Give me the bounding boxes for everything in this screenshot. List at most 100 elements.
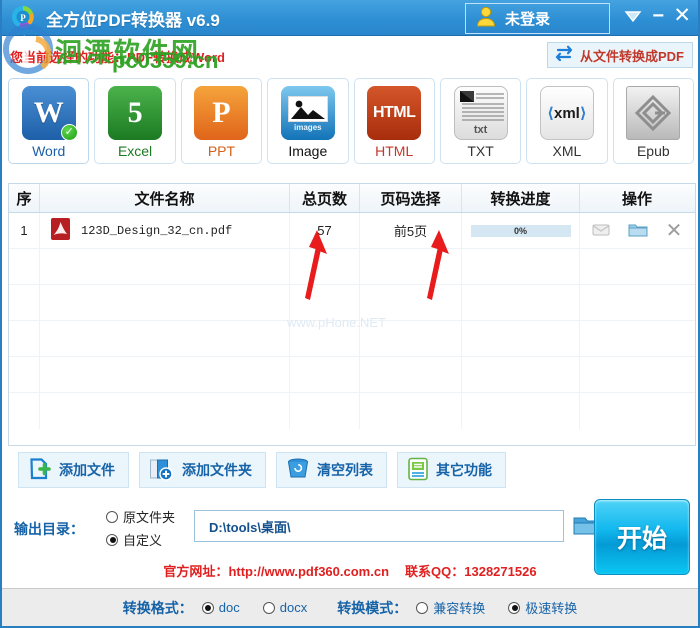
format-label-epub: Epub bbox=[636, 143, 670, 159]
empty-cell-ops bbox=[580, 285, 694, 320]
empty-cell-selection bbox=[360, 285, 462, 320]
format-label-html: HTML bbox=[375, 143, 414, 159]
radio-compat-mode[interactable] bbox=[416, 601, 429, 614]
add-folder-button[interactable]: 添加文件夹 bbox=[139, 452, 266, 488]
radio-original-folder[interactable] bbox=[106, 510, 118, 523]
convert-to-pdf-label: 从文件转换成PDF bbox=[579, 48, 684, 64]
output-mode-custom-label: 自定义 bbox=[123, 533, 163, 548]
conversion-mode-label: 转换模式： bbox=[337, 599, 408, 616]
col-header-progress: 转换进度 bbox=[462, 184, 580, 212]
trash-icon bbox=[286, 457, 310, 483]
open-folder-icon[interactable] bbox=[628, 221, 648, 241]
minimize-icon[interactable]: − bbox=[652, 5, 664, 27]
empty-cell-progress bbox=[462, 393, 580, 429]
footer-bar: 转换格式： doc docx 转换模式： 兼容转换 极速转换 bbox=[2, 588, 698, 626]
output-mode-custom[interactable]: 自定义 bbox=[106, 530, 175, 549]
empty-cell-pages bbox=[290, 393, 360, 429]
empty-cell-selection bbox=[360, 393, 462, 429]
radio-docx[interactable] bbox=[262, 601, 275, 614]
empty-cell-filename bbox=[40, 357, 290, 392]
app-window: P 全方位PDF转换器 v6.9 未登录 − ✕ 洄溧软件网 pc0359.cn… bbox=[0, 0, 700, 628]
login-button[interactable]: 未登录 bbox=[465, 3, 610, 34]
app-logo-icon: P bbox=[9, 2, 41, 34]
empty-cell-index bbox=[9, 285, 40, 320]
table-empty-row bbox=[9, 357, 695, 393]
radio-custom-folder[interactable] bbox=[106, 533, 118, 546]
file-table: 序 文件名称 总页数 页码选择 转换进度 操作 1 123D_Design_32… bbox=[8, 183, 696, 446]
clear-list-label: 清空列表 bbox=[317, 462, 373, 478]
other-functions-label: 其它功能 bbox=[436, 462, 492, 478]
cell-page-selection[interactable]: 前5页 bbox=[360, 213, 462, 248]
empty-cell-progress bbox=[462, 357, 580, 392]
mail-icon[interactable] bbox=[592, 221, 610, 240]
output-mode-original-label: 原文件夹 bbox=[123, 510, 176, 525]
format-option-docx[interactable]: docx bbox=[262, 600, 307, 615]
html-icon: HTML bbox=[365, 85, 423, 141]
radio-fast-mode[interactable] bbox=[508, 601, 521, 614]
clear-list-button[interactable]: 清空列表 bbox=[276, 452, 387, 488]
add-folder-label: 添加文件夹 bbox=[182, 462, 252, 478]
pdf-file-icon bbox=[50, 217, 71, 244]
format-option-doc[interactable]: doc bbox=[201, 600, 240, 615]
empty-cell-ops bbox=[580, 357, 694, 392]
add-folder-icon bbox=[149, 457, 175, 484]
radio-doc[interactable] bbox=[201, 601, 214, 614]
table-row[interactable]: 1 123D_Design_32_cn.pdf 57 前5页 0% ✕ bbox=[9, 213, 695, 249]
format-label-word: Word bbox=[32, 143, 66, 159]
empty-cell-pages bbox=[290, 249, 360, 284]
official-site-url[interactable]: http://www.pdf360.com.cn bbox=[228, 564, 389, 579]
output-path-input[interactable]: D:\tools\桌面\ bbox=[194, 510, 564, 542]
cell-progress: 0% bbox=[462, 213, 580, 248]
empty-cell-index bbox=[9, 321, 40, 356]
col-header-operations: 操作 bbox=[621, 190, 652, 208]
output-mode-original[interactable]: 原文件夹 bbox=[106, 507, 175, 526]
empty-cell-progress bbox=[462, 249, 580, 284]
empty-cell-index bbox=[9, 393, 40, 429]
cell-filename: 123D_Design_32_cn.pdf bbox=[40, 213, 290, 248]
empty-cell-selection bbox=[360, 357, 462, 392]
remove-icon[interactable]: ✕ bbox=[666, 221, 683, 241]
format-button-word[interactable]: W ✓ Word bbox=[8, 78, 90, 164]
format-button-epub[interactable]: Epub bbox=[612, 78, 694, 164]
format-button-ppt[interactable]: P PPT bbox=[180, 78, 263, 164]
empty-cell-index bbox=[9, 249, 40, 284]
user-avatar-icon bbox=[475, 5, 497, 32]
format-button-image[interactable]: images Image bbox=[267, 78, 349, 164]
add-file-button[interactable]: 添加文件 bbox=[18, 452, 129, 488]
mode-option-compat[interactable]: 兼容转换 bbox=[416, 598, 485, 617]
format-button-html[interactable]: HTML HTML bbox=[353, 78, 435, 164]
current-function-value: PDF转换成Word bbox=[127, 50, 225, 65]
official-site-label: 官方网址： bbox=[163, 564, 229, 579]
empty-cell-filename bbox=[40, 393, 290, 429]
format-label-ppt: PPT bbox=[207, 143, 236, 159]
mode-option-fast[interactable]: 极速转换 bbox=[508, 598, 577, 617]
empty-cell-ops bbox=[580, 321, 694, 356]
col-header-page-selection: 页码选择 bbox=[360, 184, 462, 212]
close-icon[interactable]: ✕ bbox=[673, 5, 691, 27]
format-buttons: W ✓ Word 5 Excel P PPT images Image HTML… bbox=[8, 78, 694, 166]
login-label: 未登录 bbox=[505, 11, 551, 28]
empty-cell-filename bbox=[40, 321, 290, 356]
other-functions-button[interactable]: 其它功能 bbox=[397, 452, 506, 488]
convert-to-pdf-button[interactable]: 从文件转换成PDF bbox=[546, 42, 693, 68]
progress-text: 0% bbox=[513, 225, 527, 236]
format-button-xml[interactable]: ⟨xml⟩ XML bbox=[526, 78, 608, 164]
format-label-txt: TXT bbox=[467, 143, 494, 159]
output-mode-radios: 原文件夹 自定义 bbox=[106, 507, 175, 553]
excel-icon: 5 bbox=[106, 85, 164, 141]
empty-cell-ops bbox=[580, 393, 694, 429]
output-directory-label: 输出目录： bbox=[14, 521, 84, 537]
format-button-txt[interactable]: txt TXT bbox=[439, 78, 522, 164]
table-header-row: 序 文件名称 总页数 页码选择 转换进度 操作 bbox=[9, 184, 695, 213]
format-button-excel[interactable]: 5 Excel bbox=[94, 78, 176, 164]
swap-arrows-icon bbox=[554, 45, 574, 66]
filename-text: 123D_Design_32_cn.pdf bbox=[81, 223, 233, 238]
epub-icon bbox=[624, 85, 682, 141]
progress-bar: 0% bbox=[470, 224, 571, 237]
qq-label: 联系QQ： bbox=[405, 564, 465, 579]
title-bar: P 全方位PDF转换器 v6.9 未登录 − ✕ bbox=[2, 0, 698, 36]
table-empty-row bbox=[9, 321, 695, 357]
chevron-down-icon[interactable] bbox=[624, 9, 642, 30]
other-functions-icon bbox=[407, 457, 429, 484]
mode-option-fast-label: 极速转换 bbox=[525, 601, 578, 616]
